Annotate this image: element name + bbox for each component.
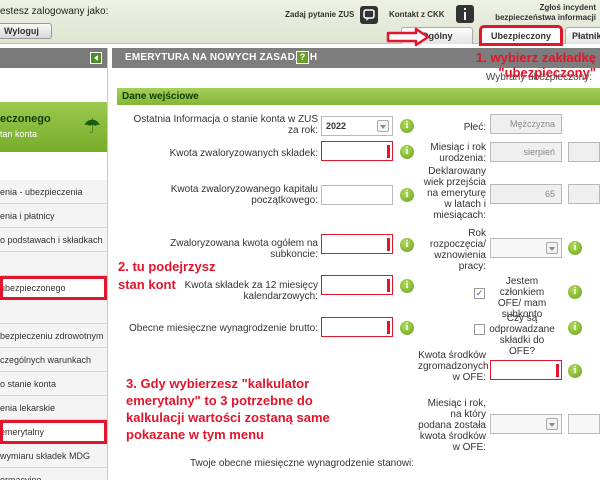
info-icon[interactable]: i: [400, 119, 414, 133]
logout-button[interactable]: Wyloguj: [0, 23, 52, 39]
annotation-step-3-line-4: pokazane w tym menu: [126, 427, 264, 442]
statement-year-select[interactable]: 2022: [321, 116, 393, 136]
sidebar-item-special-conditions[interactable]: czególnych warunkach: [0, 348, 107, 372]
info-icon[interactable]: i: [568, 285, 582, 299]
sidebar-item-sick-leave[interactable]: enia lekarskie: [0, 396, 107, 420]
annotation-step-3-line-2: emerytalny" to 3 potrzebne do: [126, 393, 313, 408]
ofe-date-month-select[interactable]: [490, 414, 562, 434]
info-icon[interactable]: i: [568, 241, 582, 255]
report-incident-link[interactable]: Zgłoś incydent bezpieczeństwa informacji: [495, 3, 596, 23]
info-icon[interactable]: i: [568, 321, 582, 335]
birth-date-label: Miesiąc i rok urodzenia:: [430, 142, 486, 164]
chevron-down-icon[interactable]: [377, 120, 389, 132]
annotation-step-3-line-1: 3. Gdy wybierzesz "kalkulator: [126, 376, 310, 391]
error-marker: [556, 364, 559, 377]
info-icon[interactable]: i: [568, 364, 582, 378]
info-icon[interactable]: i: [400, 279, 414, 293]
sidebar-item-payers[interactable]: enia i płatnicy: [0, 204, 107, 228]
error-marker: [387, 238, 390, 251]
error-marker: [387, 279, 390, 292]
work-start-year-select[interactable]: [490, 238, 562, 258]
sidebar-item-mdg[interactable]: wymiaru składek MDG: [0, 444, 107, 468]
gross-salary-input[interactable]: [321, 317, 393, 337]
info-icon[interactable]: [456, 5, 474, 23]
top-bar: estesz zalogowany jako: Wyloguj Zadaj py…: [0, 0, 600, 46]
ofe-date-label: Miesiąc i rok, na który podana została k…: [418, 398, 486, 453]
logged-in-label: estesz zalogowany jako:: [0, 6, 109, 17]
birth-year-input: [568, 142, 600, 162]
gender-input: Mężczyzna: [490, 114, 562, 134]
sidebar-item-pension-calculator[interactable]: emerytalny: [0, 420, 107, 444]
ofe-member-checkbox[interactable]: ✓: [474, 288, 485, 299]
annotation-step-3: 3. Gdy wybierzesz "kalkulator emerytalny…: [126, 375, 330, 443]
contributions-label: Kwota zwaloryzowanych składek:: [169, 148, 318, 159]
annotation-step-2: 2. tu podejrzysz stan kont: [118, 258, 216, 294]
initial-capital-label: Kwota zwaloryzowanego kapitału początkow…: [170, 184, 318, 206]
ask-zus-link[interactable]: Zadaj pytanie ZUS: [285, 10, 354, 19]
salary-share-text: Twoje obecne miesięczne wynagrodzenie st…: [189, 458, 414, 469]
error-marker: [387, 321, 390, 334]
info-icon[interactable]: i: [400, 321, 414, 335]
retirement-age-years-input: 65: [490, 184, 562, 204]
retirement-age-label: Deklarowany wiek przejścia na emeryturę …: [423, 166, 486, 221]
sidebar-item-account-status[interactable]: o stanie konta: [0, 372, 107, 396]
info-icon[interactable]: i: [400, 145, 414, 159]
ofe-contributions-label: Czy są odprowadzane składki do OFE?: [489, 313, 555, 357]
initial-capital-input[interactable]: [321, 185, 393, 205]
sidebar: eczonego tan konta ☂ enia - ubezpieczeni…: [0, 48, 108, 480]
contributions-input[interactable]: [321, 141, 393, 161]
section-title: Dane wejściowe: [117, 88, 600, 105]
last-statement-year-label: Ostatnia Informacja o stanie konta w ZUS…: [133, 114, 318, 136]
help-icon[interactable]: ?: [296, 51, 309, 64]
chevron-down-icon[interactable]: [546, 418, 558, 430]
ckk-contact-link[interactable]: Kontakt z CKK: [389, 10, 445, 19]
error-marker: [387, 145, 390, 158]
statement-year-value: 2022: [326, 121, 347, 131]
sidebar-menu: enia - ubezpieczenia enia i płatnicy o p…: [0, 180, 107, 480]
sidebar-item-blank-1[interactable]: [0, 252, 107, 276]
annotation-step-2-line-2: stan kont: [118, 277, 176, 292]
report-line-2: bezpieczeństwa informacji: [495, 13, 596, 22]
tab-insured[interactable]: Ubezpieczony: [479, 25, 563, 46]
annotation-step-1: 1. wybierz zakładkę "ubezpieczony": [476, 50, 596, 80]
collapse-sidebar-icon[interactable]: [90, 52, 102, 64]
tab-payer[interactable]: Płatnik: [565, 27, 600, 44]
12-month-contributions-input[interactable]: [321, 275, 393, 295]
sidebar-item-insurance[interactable]: enia - ubezpieczenia: [0, 180, 107, 204]
page-title: EMERYTURA NA NOWYCH ZASADACH: [125, 52, 318, 63]
ofe-amount-label: Kwota środków zgromadzonych w OFE:: [418, 350, 489, 383]
birth-month-input: sierpień: [490, 142, 562, 162]
gender-label: Płeć:: [463, 122, 486, 133]
sidebar-card-title: eczonego: [0, 113, 51, 125]
annotation-step-2-line-1: 2. tu podejrzysz: [118, 259, 216, 274]
sidebar-header: [0, 48, 107, 68]
sidebar-item-insured-account[interactable]: ubezpieczonego: [0, 276, 107, 300]
annotation-step-3-line-3: kalkulacji wartości zostaną same: [126, 410, 330, 425]
ofe-contributions-checkbox[interactable]: [474, 324, 485, 335]
sidebar-item-information[interactable]: ormacyjne: [0, 468, 107, 480]
info-icon[interactable]: i: [400, 188, 414, 202]
chevron-down-icon[interactable]: [546, 242, 558, 254]
work-start-year-label: Rok rozpoczęcia/ wznowienia pracy:: [429, 228, 486, 272]
sidebar-card-subtitle: tan konta: [0, 129, 38, 139]
gross-salary-label: Obecne miesięczne wynagrodzenie brutto:: [129, 323, 318, 334]
sidebar-item-health-insurance[interactable]: bezpieczeniu zdrowotnym: [0, 324, 107, 348]
sidebar-item-contributions[interactable]: o podstawach i składkach: [0, 228, 107, 252]
info-icon[interactable]: i: [400, 238, 414, 252]
report-line-1: Zgłoś incydent: [539, 3, 596, 12]
ofe-date-year-input[interactable]: [568, 414, 600, 434]
subaccount-total-label: Zwaloryzowana kwota ogółem na subkoncie:: [170, 238, 318, 260]
sidebar-account-card[interactable]: eczonego tan konta ☂: [0, 102, 107, 152]
umbrella-icon: ☂: [83, 116, 101, 138]
ofe-amount-input[interactable]: [490, 360, 562, 380]
subaccount-total-input[interactable]: [321, 234, 393, 254]
annotation-arrow: [386, 27, 430, 47]
sidebar-item-blank-2[interactable]: [0, 300, 107, 324]
retirement-age-months-input: [568, 184, 600, 204]
chat-icon[interactable]: [360, 6, 378, 24]
